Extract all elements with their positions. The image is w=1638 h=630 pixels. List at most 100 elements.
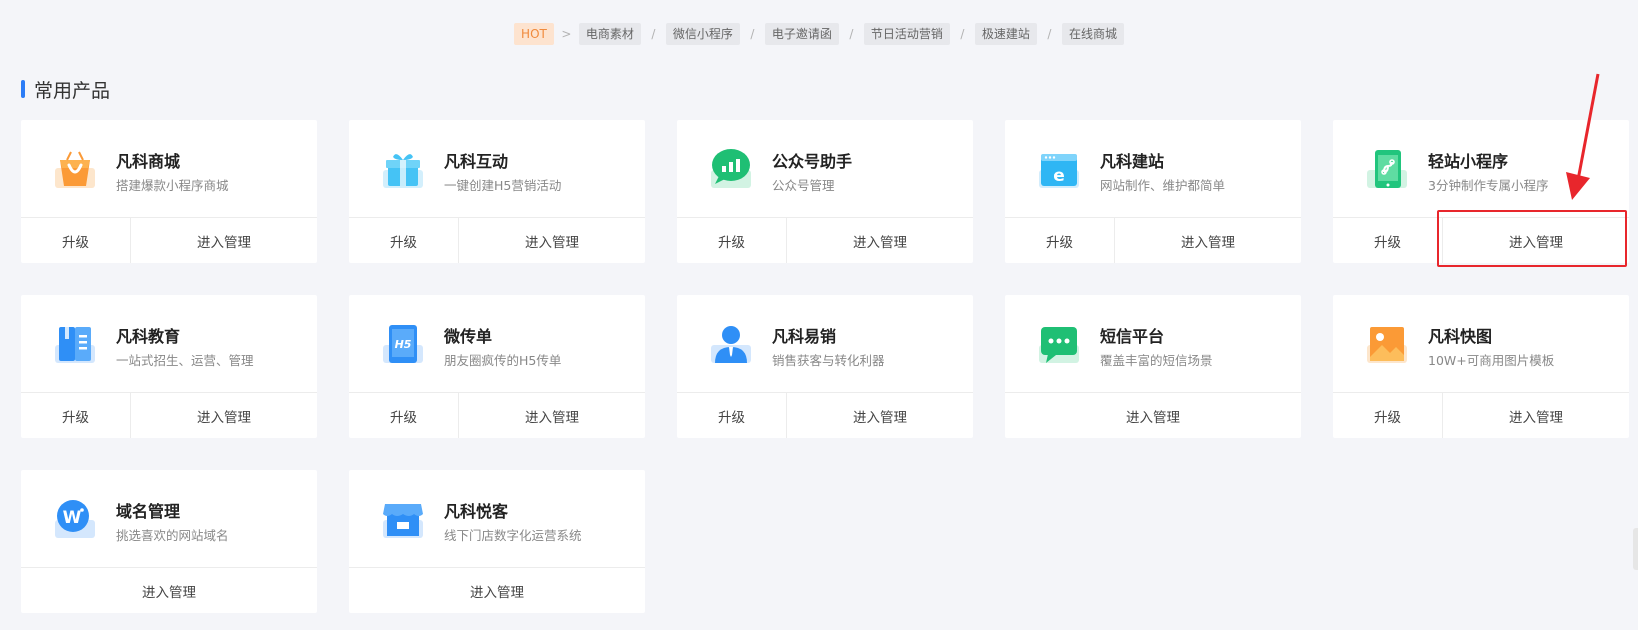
product-desc: 朋友圈疯传的H5传单 [444,353,562,368]
upgrade-button[interactable]: 升级 [1333,393,1443,438]
product-name: 凡科商城 [116,152,181,171]
product-card-sales: 凡科易销 销售获客与转化利器 升级 进入管理 [677,295,973,438]
sms-bubble-icon [1035,321,1083,369]
salesperson-icon [707,321,755,369]
product-name: 凡科建站 [1100,152,1165,171]
product-card-domain: W 域名管理 挑选喜欢的网站域名 进入管理 [21,470,317,613]
book-icon [51,321,99,369]
card-actions: 升级 进入管理 [1333,217,1629,263]
card-actions: 升级 进入管理 [677,392,973,438]
product-card-h5-flyer: H5 微传单 朋友圈疯传的H5传单 升级 进入管理 [349,295,645,438]
hot-tag[interactable]: HOT [514,23,554,45]
card-actions: 升级 进入管理 [349,217,645,263]
tag-separator: / [651,27,656,41]
section-title: 常用产品 [34,79,111,102]
product-desc: 10W+可商用图片模板 [1428,353,1555,368]
manage-button[interactable]: 进入管理 [459,218,645,263]
phone-miniprogram-icon [1363,146,1411,194]
scrollbar-edge[interactable] [1633,528,1638,570]
upgrade-button[interactable]: 升级 [349,218,459,263]
product-desc: 挑选喜欢的网站域名 [116,528,229,543]
tag-separator: / [1047,27,1052,41]
card-actions: 升级 进入管理 [1005,217,1301,263]
tag-ecommerce-material[interactable]: 电商素材 [578,23,641,45]
tag-fast-site[interactable]: 极速建站 [974,23,1037,45]
product-card-sms: 短信平台 覆盖丰富的短信场景 进入管理 [1005,295,1301,438]
tag-online-mall[interactable]: 在线商城 [1061,23,1124,45]
product-name: 域名管理 [116,502,181,521]
manage-button[interactable]: 进入管理 [459,393,645,438]
tag-separator: / [849,27,854,41]
product-card-mall: 凡科商城 搭建爆款小程序商城 升级 进入管理 [21,120,317,263]
tag-separator: / [750,27,755,41]
manage-button[interactable]: 进入管理 [1443,218,1629,263]
product-desc: 一站式招生、运营、管理 [116,353,254,368]
product-card-miniprogram: 轻站小程序 3分钟制作专属小程序 升级 进入管理 [1333,120,1629,263]
upgrade-button[interactable]: 升级 [1005,218,1115,263]
product-desc: 销售获客与转化利器 [772,353,885,368]
product-name: 短信平台 [1100,327,1165,346]
manage-button[interactable]: 进入管理 [21,568,317,613]
upgrade-button[interactable]: 升级 [677,393,787,438]
upgrade-button[interactable]: 升级 [677,218,787,263]
upgrade-button[interactable]: 升级 [21,218,131,263]
category-tag-bar: HOT > 电商素材 / 微信小程序 / 电子邀请函 / 节日活动营销 / 极速… [0,23,1638,45]
storefront-icon [379,496,427,544]
upgrade-button[interactable]: 升级 [1333,218,1443,263]
product-card-quick-image: 凡科快图 10W+可商用图片模板 升级 进入管理 [1333,295,1629,438]
manage-button[interactable]: 进入管理 [787,393,973,438]
gift-icon [379,146,427,194]
domain-w-icon: W [51,496,99,544]
section-header: 常用产品 [21,75,110,103]
product-desc: 3分钟制作专属小程序 [1428,178,1549,193]
picture-icon [1363,321,1411,369]
svg-text:H5: H5 [395,338,412,351]
product-desc: 搭建爆款小程序商城 [116,178,229,193]
product-name: 凡科教育 [116,327,181,346]
upgrade-button[interactable]: 升级 [349,393,459,438]
manage-button[interactable]: 进入管理 [131,393,317,438]
product-name: 凡科悦客 [444,502,509,521]
card-actions: 升级 进入管理 [21,392,317,438]
section-accent-bar [21,80,25,98]
svg-text:W: W [63,508,82,528]
chat-chart-icon [707,146,755,194]
product-name: 凡科易销 [772,327,837,346]
manage-button[interactable]: 进入管理 [1005,393,1301,438]
product-name: 凡科互动 [444,152,509,171]
product-desc: 覆盖丰富的短信场景 [1100,353,1213,368]
card-actions: 进入管理 [349,567,645,613]
upgrade-button[interactable]: 升级 [21,393,131,438]
tag-holiday-marketing[interactable]: 节日活动营销 [863,23,950,45]
product-name: 公众号助手 [772,152,853,171]
product-name: 轻站小程序 [1428,152,1509,171]
manage-button[interactable]: 进入管理 [787,218,973,263]
h5-tablet-icon: H5 [379,321,427,369]
product-name: 微传单 [444,327,493,346]
card-actions: 进入管理 [21,567,317,613]
manage-button[interactable]: 进入管理 [1443,393,1629,438]
product-card-education: 凡科教育 一站式招生、运营、管理 升级 进入管理 [21,295,317,438]
browser-e-icon: e [1035,146,1083,194]
card-actions: 升级 进入管理 [21,217,317,263]
tag-wechat-miniprogram[interactable]: 微信小程序 [665,23,740,45]
product-card-site-builder: e 凡科建站 网站制作、维护都简单 升级 进入管理 [1005,120,1301,263]
product-desc: 公众号管理 [772,178,835,193]
product-desc: 线下门店数字化运营系统 [444,528,582,543]
card-actions: 进入管理 [1005,392,1301,438]
product-desc: 网站制作、维护都简单 [1100,178,1226,193]
tag-e-invitation[interactable]: 电子邀请函 [764,23,839,45]
product-desc: 一键创建H5营销活动 [444,178,562,193]
product-card-interactive: 凡科互动 一键创建H5营销活动 升级 进入管理 [349,120,645,263]
card-actions: 升级 进入管理 [349,392,645,438]
tag-separator-arrow: > [561,27,572,41]
manage-button[interactable]: 进入管理 [1115,218,1301,263]
svg-text:e: e [1053,166,1065,186]
tag-separator: / [960,27,965,41]
product-card-store: 凡科悦客 线下门店数字化运营系统 进入管理 [349,470,645,613]
shopping-bag-icon [51,146,99,194]
product-name: 凡科快图 [1428,327,1493,346]
card-actions: 升级 进入管理 [1333,392,1629,438]
manage-button[interactable]: 进入管理 [349,568,645,613]
manage-button[interactable]: 进入管理 [131,218,317,263]
